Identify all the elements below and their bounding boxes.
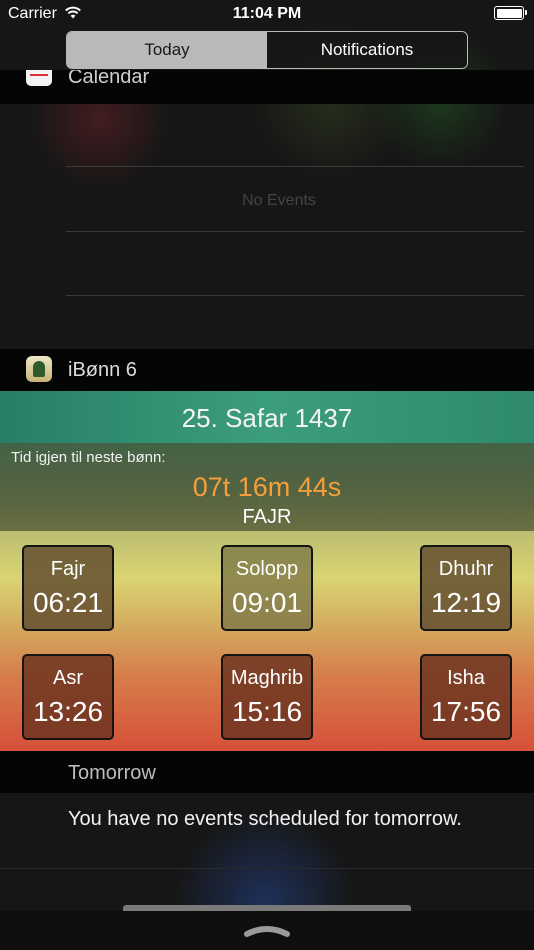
divider bbox=[66, 295, 524, 296]
prayer-tile-fajr[interactable]: Fajr 06:21 bbox=[22, 545, 114, 631]
countdown-timer: 07t 16m 44s bbox=[192, 472, 342, 502]
prayer-time: 09:01 bbox=[231, 587, 303, 618]
prayer-app-icon bbox=[26, 356, 52, 382]
prayer-tile-isha[interactable]: Isha 17:56 bbox=[420, 654, 512, 740]
divider bbox=[66, 166, 524, 167]
clock: 11:04 PM bbox=[232, 5, 302, 22]
prayer-time: 06:21 bbox=[32, 587, 104, 618]
calendar-icon bbox=[26, 70, 52, 86]
calendar-title: Calendar bbox=[68, 70, 150, 88]
prayer-time: 13:26 bbox=[32, 696, 104, 727]
hijri-date: 25. Safar 1437 bbox=[181, 403, 353, 433]
prayer-tile-dhuhr[interactable]: Dhuhr 12:19 bbox=[420, 545, 512, 631]
status-bar: Carrier 11:04 PM bbox=[0, 0, 534, 28]
tab-today[interactable]: Today bbox=[67, 32, 267, 68]
prayer-tile-maghrib[interactable]: Maghrib 15:16 bbox=[221, 654, 313, 740]
prayer-time: 15:16 bbox=[231, 696, 303, 727]
view-switcher: Today Notifications bbox=[66, 31, 468, 69]
tomorrow-message: You have no events scheduled for tomorro… bbox=[68, 808, 462, 830]
prayer-name: Maghrib bbox=[230, 667, 304, 689]
widget-title: iBønn 6 bbox=[68, 359, 137, 381]
prayer-name: Dhuhr bbox=[438, 558, 494, 580]
prayer-tile-solopp[interactable]: Solopp 09:01 bbox=[221, 545, 313, 631]
no-events-label: No Events bbox=[242, 192, 316, 209]
tab-notifications[interactable]: Notifications bbox=[267, 32, 467, 68]
next-prayer-name: FAJR bbox=[242, 506, 292, 528]
prayer-time: 17:56 bbox=[430, 696, 502, 727]
battery-icon bbox=[494, 6, 527, 20]
tomorrow-title: Tomorrow bbox=[68, 762, 156, 784]
prayer-name: Asr bbox=[53, 667, 83, 689]
divider bbox=[0, 868, 534, 869]
calendar-header: Calendar bbox=[0, 70, 534, 104]
countdown-label: Tid igjen til neste bønn: bbox=[11, 449, 166, 466]
grabber-icon[interactable] bbox=[243, 922, 291, 938]
prayer-name: Isha bbox=[447, 667, 485, 689]
divider bbox=[66, 231, 524, 232]
prayer-time: 12:19 bbox=[430, 587, 502, 618]
prayer-tile-asr[interactable]: Asr 13:26 bbox=[22, 654, 114, 740]
prayer-name: Fajr bbox=[50, 558, 86, 580]
prayer-name: Solopp bbox=[235, 558, 299, 580]
